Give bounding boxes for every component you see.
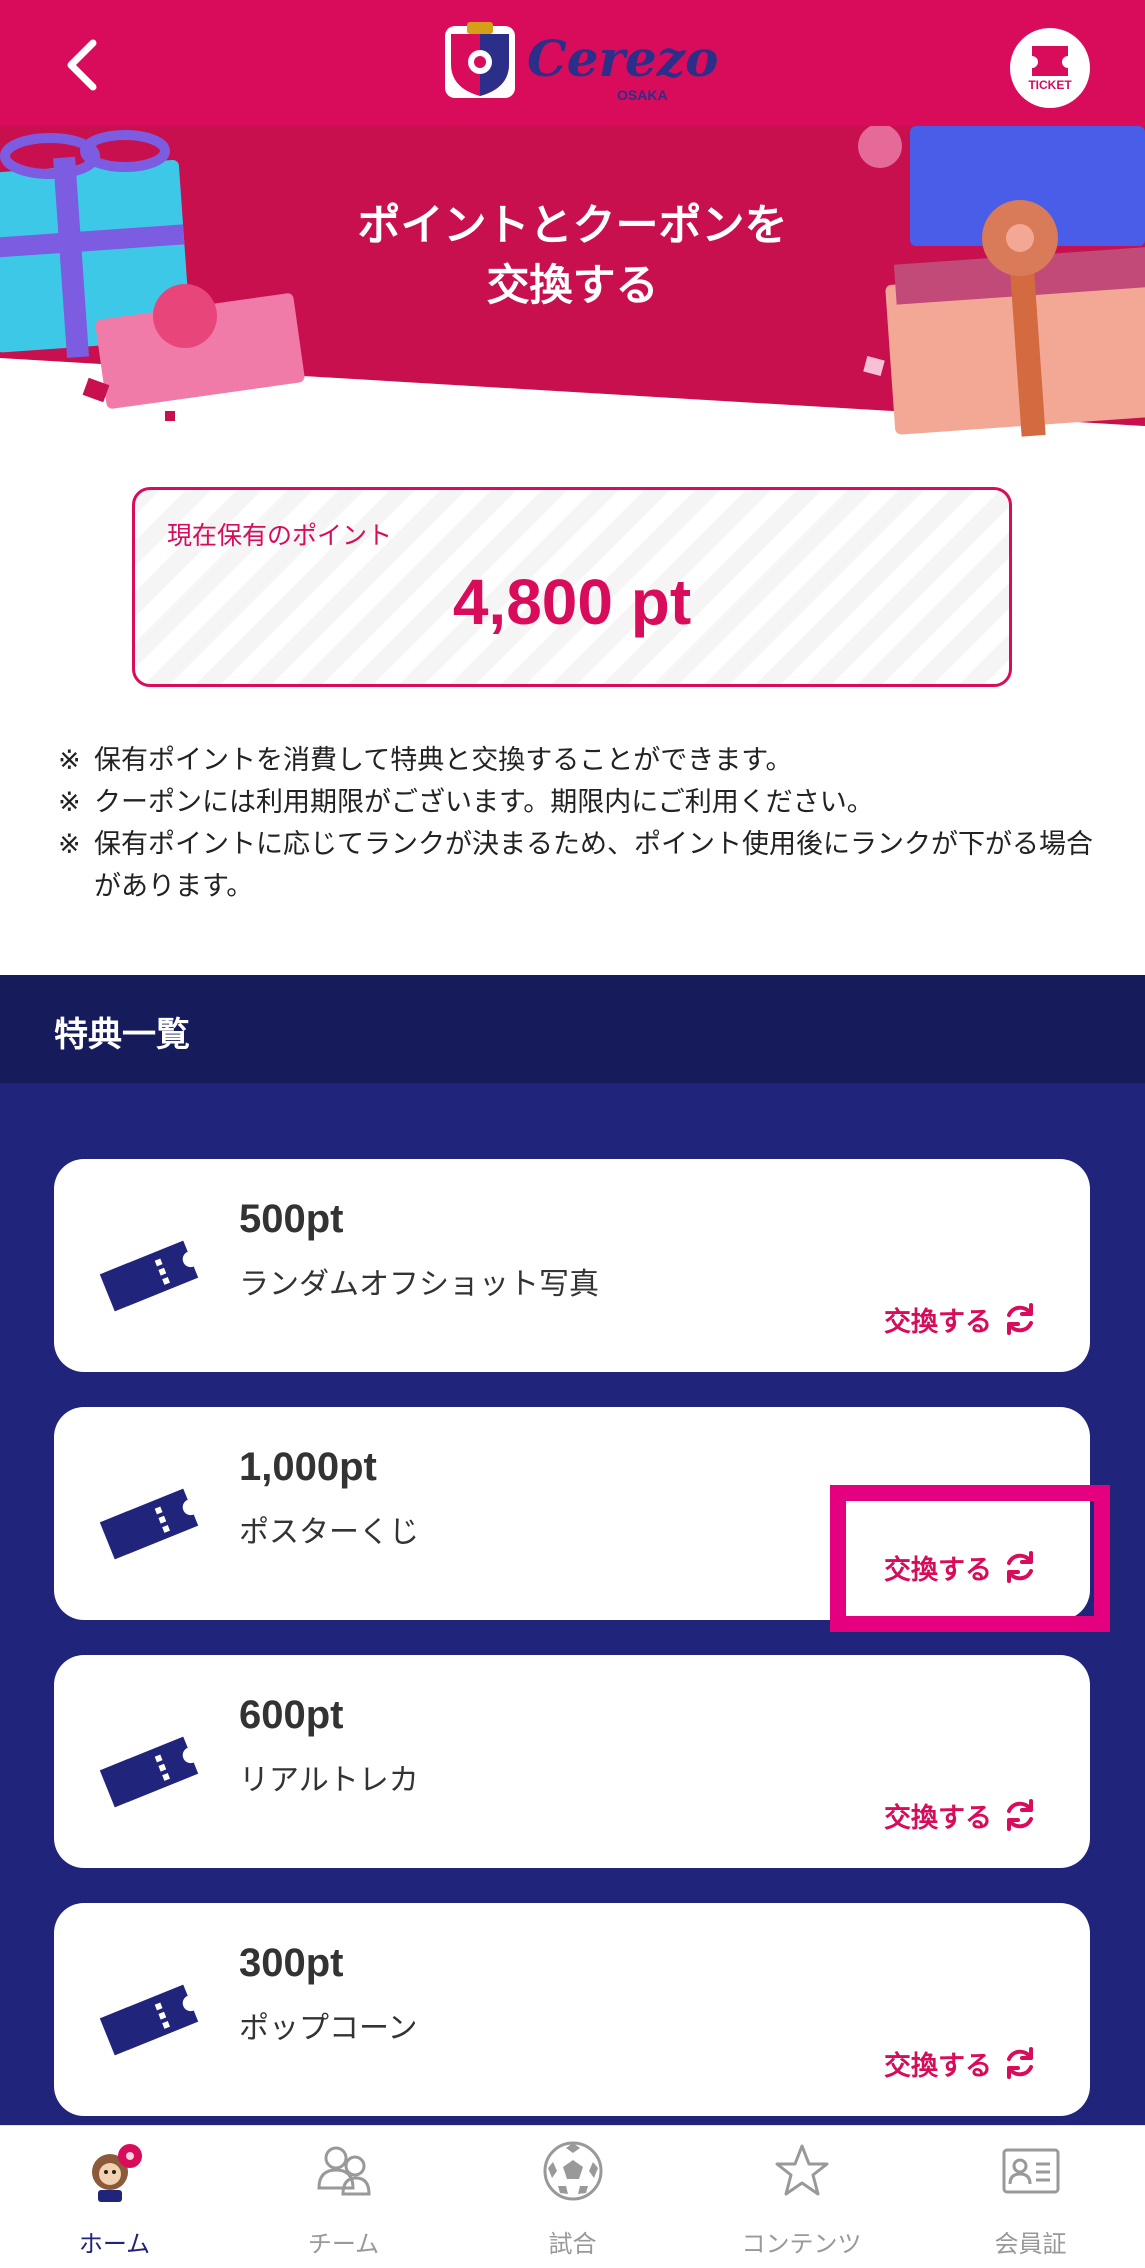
ticket-icon bbox=[99, 1488, 199, 1560]
points-value: 4,800 pt bbox=[452, 566, 692, 638]
nav-home[interactable]: ホーム bbox=[0, 2126, 229, 2268]
highlight-frame bbox=[830, 1485, 1110, 1632]
note-item: ※ クーポンには利用期限がございます。期限内にご利用ください。 bbox=[58, 782, 1098, 824]
note-mark: ※ bbox=[58, 787, 81, 818]
banner-title: ポイントとクーポンを 交換する bbox=[357, 201, 788, 311]
nav-label: コンテンツ bbox=[741, 2230, 862, 2258]
app-header: Cerezo OSAKA TICKET bbox=[0, 0, 1145, 126]
ticket-icon bbox=[99, 1240, 199, 1312]
soccer-ball-icon bbox=[543, 2141, 603, 2201]
nav-membership[interactable]: 会員証 bbox=[916, 2126, 1145, 2268]
nav-match[interactable]: 試合 bbox=[458, 2126, 687, 2268]
note-item: ※ 保有ポイントを消費して特典と交換することができます。 bbox=[58, 740, 1098, 782]
ticket-icon bbox=[99, 1984, 199, 2056]
nav-label: 試合 bbox=[548, 2230, 597, 2258]
benefit-points: 600pt bbox=[239, 1693, 344, 1737]
ticket-icon bbox=[99, 1736, 199, 1808]
nav-label: 会員証 bbox=[994, 2230, 1067, 2258]
benefit-name: ポスターくじ bbox=[239, 1515, 419, 1550]
exchange-button[interactable]: 交換する bbox=[884, 1793, 1038, 1837]
ticket-button[interactable]: TICKET bbox=[1010, 28, 1090, 108]
benefit-name: ポップコーン bbox=[239, 2011, 418, 2046]
bottom-nav: ホーム チーム 試合 コンテンツ 会員証 bbox=[0, 2125, 1145, 2268]
section-header: 特典一覧 bbox=[0, 975, 1145, 1083]
note-text: クーポンには利用期限がございます。期限内にご利用ください。 bbox=[94, 787, 874, 818]
benefit-card: 600pt リアルトレカ 交換する bbox=[54, 1655, 1090, 1868]
benefit-points: 500pt bbox=[239, 1197, 344, 1241]
star-icon bbox=[775, 2144, 829, 2196]
cerezo-logo: Cerezo OSAKA bbox=[445, 22, 717, 103]
exchange-label: 交換する bbox=[884, 2050, 992, 2082]
note-text: 保有ポイントに応じてランクが決まるため、ポイント使用後にランクが下がる場合があり… bbox=[94, 829, 1093, 902]
notes-list: ※ 保有ポイントを消費して特典と交換することができます。 ※ クーポンには利用期… bbox=[58, 740, 1098, 908]
benefit-card: 500pt ランダムオフショット写真 交換する bbox=[54, 1159, 1090, 1372]
exchange-button[interactable]: 交換する bbox=[884, 2041, 1038, 2085]
member-card-icon bbox=[1002, 2148, 1060, 2194]
refresh-icon bbox=[1007, 1799, 1033, 1831]
back-arrow-icon[interactable] bbox=[55, 35, 115, 95]
mascot-icon bbox=[92, 2144, 142, 2202]
exchange-label: 交換する bbox=[884, 1802, 992, 1834]
note-item: ※ 保有ポイントに応じてランクが決まるため、ポイント使用後にランクが下がる場合が… bbox=[58, 824, 1098, 908]
ticket-icon bbox=[1032, 46, 1068, 76]
benefit-name: リアルトレカ bbox=[239, 1763, 419, 1798]
ticket-label: TICKET bbox=[1028, 78, 1072, 92]
logo-subtext: OSAKA bbox=[617, 87, 668, 103]
nav-contents[interactable]: コンテンツ bbox=[687, 2126, 916, 2268]
nav-label: チーム bbox=[307, 2230, 380, 2258]
refresh-icon bbox=[1007, 1303, 1033, 1335]
points-label: 現在保有のポイント bbox=[167, 521, 393, 550]
refresh-icon bbox=[1007, 2047, 1033, 2079]
logo-wordmark: Cerezo bbox=[527, 29, 717, 88]
current-points-card: 現在保有のポイント 4,800 pt bbox=[132, 487, 1012, 687]
note-mark: ※ bbox=[58, 829, 81, 860]
hero-banner: ポイントとクーポンを 交換する bbox=[0, 126, 1145, 456]
note-mark: ※ bbox=[58, 745, 81, 776]
exchange-button[interactable]: 交換する bbox=[884, 1297, 1038, 1341]
team-icon bbox=[317, 2146, 371, 2196]
note-text: 保有ポイントを消費して特典と交換することができます。 bbox=[94, 745, 793, 776]
benefit-points: 1,000pt bbox=[239, 1445, 377, 1489]
nav-team[interactable]: チーム bbox=[229, 2126, 458, 2268]
benefit-points: 300pt bbox=[239, 1941, 344, 1985]
exchange-label: 交換する bbox=[884, 1306, 992, 1338]
benefit-name: ランダムオフショット写真 bbox=[239, 1267, 599, 1302]
nav-label: ホーム bbox=[78, 2230, 151, 2258]
section-title: 特典一覧 bbox=[54, 1015, 190, 1055]
benefit-card: 300pt ポップコーン 交換する bbox=[54, 1903, 1090, 2116]
